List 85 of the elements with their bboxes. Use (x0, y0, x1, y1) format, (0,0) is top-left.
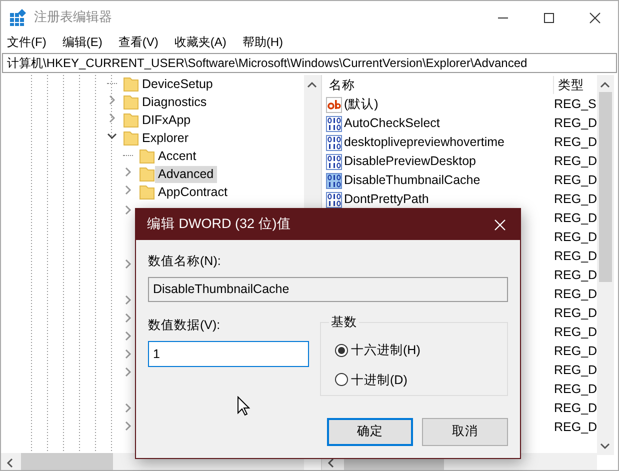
tree-item[interactable]: Explorer (139, 130, 192, 146)
expand-chevron-icon[interactable] (123, 367, 133, 377)
radio-button[interactable] (335, 344, 348, 357)
column-header[interactable]: 名称 (322, 76, 554, 94)
column-header[interactable]: 类型 (554, 76, 584, 94)
value-type: REG_D (554, 419, 598, 436)
folder-icon (139, 166, 155, 182)
expand-chevron-icon[interactable] (123, 421, 133, 431)
registry-editor-icon (9, 8, 27, 26)
value-type: REG_D (554, 229, 598, 246)
address-bar[interactable]: 计算机\HKEY_CURRENT_USER\Software\Microsoft\Windows\CurrentVersion\Explorer\Advanced (2, 53, 617, 73)
radio-button[interactable] (335, 373, 348, 386)
value-type: REG_D (554, 362, 598, 380)
tree-item[interactable]: Diagnostics (139, 94, 210, 110)
folder-icon (123, 130, 139, 146)
tree-item[interactable]: AppContract (155, 184, 230, 200)
value-name[interactable]: DisablePreviewDesktop (344, 152, 476, 171)
value-type: REG_D (554, 305, 598, 322)
value-type: REG_D (554, 172, 598, 190)
field-label: 数值数据(V): (148, 316, 222, 334)
folder-icon (139, 184, 155, 200)
radio-label[interactable]: 十进制(D) (351, 370, 408, 390)
value-type: REG_D (554, 248, 598, 266)
menu-item[interactable]: 帮助(H) (234, 33, 291, 51)
value-name[interactable]: DontPrettyPath (344, 190, 429, 209)
dialog-title: 编辑 DWORD (32 位)值 (147, 215, 292, 234)
folder-icon (123, 112, 139, 128)
scrollbar-thumb[interactable] (21, 453, 113, 470)
value-type: REG_D (554, 343, 598, 360)
value-name[interactable]: AutoCheckSelect (344, 114, 440, 133)
scrollbar-thumb[interactable] (599, 92, 612, 282)
expand-chevron-icon[interactable] (107, 113, 117, 123)
value-name[interactable]: DisableThumbnailCache (344, 171, 480, 190)
expand-chevron-icon[interactable] (123, 403, 133, 413)
value-name[interactable]: (默认) (344, 95, 378, 114)
value-type: REG_D (554, 267, 598, 284)
folder-icon (123, 94, 139, 110)
collapse-chevron-icon[interactable] (107, 131, 117, 141)
maximize-icon (543, 12, 555, 24)
mouse-cursor-icon (237, 396, 250, 416)
tree-item[interactable]: DIFxApp (139, 112, 194, 128)
scroll-down-icon[interactable] (600, 442, 610, 450)
tree-item[interactable]: DeviceSetup (139, 76, 216, 92)
menu-item[interactable]: 编辑(E) (54, 33, 110, 51)
value-type: REG_D (554, 381, 598, 398)
scroll-left-icon[interactable] (6, 458, 14, 468)
ok-button[interactable]: 确定 (327, 418, 413, 446)
menu-item[interactable]: 收藏夹(A) (166, 33, 234, 51)
expand-chevron-icon[interactable] (123, 295, 133, 305)
menu-item[interactable]: 文件(F) (1, 33, 54, 51)
expand-chevron-icon[interactable] (123, 185, 133, 195)
expand-chevron-icon[interactable] (123, 331, 133, 341)
value-data-field[interactable]: 1 (148, 340, 309, 366)
value-type: REG_D (554, 134, 598, 152)
value-type: REG_D (554, 286, 598, 304)
value-name[interactable]: desktoplivepreviewhovertime (344, 133, 504, 152)
value-type: REG_D (554, 324, 598, 342)
close-icon (589, 12, 601, 24)
value-type: REG_D (554, 210, 598, 228)
scroll-left-icon[interactable] (327, 458, 335, 468)
tree-item[interactable]: Accent (155, 148, 200, 164)
value-type: REG_D (554, 400, 598, 418)
window-title: 注册表编辑器 (34, 8, 113, 26)
expand-chevron-icon[interactable] (107, 95, 117, 105)
scrollbar[interactable] (597, 75, 614, 455)
value-name-field[interactable]: DisableThumbnailCache (148, 276, 508, 302)
folder-icon (123, 76, 139, 92)
scroll-up-icon[interactable] (307, 80, 317, 89)
radio-label[interactable]: 十六进制(H) (351, 340, 420, 360)
field-label: 数值名称(N): (148, 253, 222, 270)
value-type: REG_D (554, 153, 598, 170)
expand-chevron-icon[interactable] (123, 349, 133, 359)
expand-chevron-icon[interactable] (123, 167, 133, 177)
expand-chevron-icon[interactable] (123, 313, 133, 323)
value-type: REG_D (554, 115, 598, 132)
close-icon (494, 218, 506, 231)
scroll-up-icon[interactable] (600, 80, 610, 89)
expand-chevron-icon[interactable] (123, 259, 133, 269)
menu-item[interactable]: 查看(V) (110, 33, 166, 51)
folder-icon (139, 148, 155, 164)
cancel-button[interactable]: 取消 (422, 418, 508, 446)
value-type: REG_D (554, 191, 598, 208)
value-type: REG_S (554, 96, 598, 114)
tree-item[interactable]: Advanced (155, 166, 217, 182)
expand-chevron-icon[interactable] (123, 205, 133, 215)
